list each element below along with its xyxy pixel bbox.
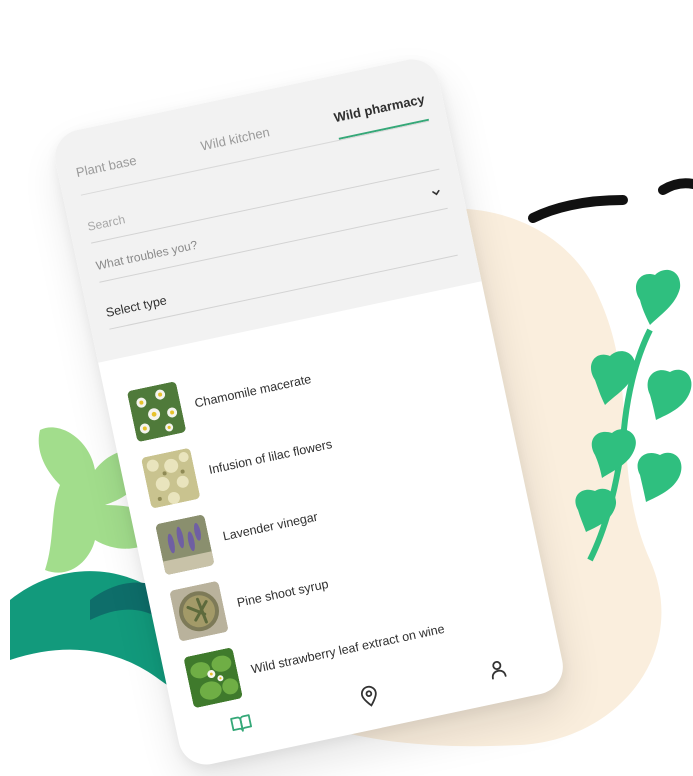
lavender-photo (155, 514, 215, 576)
nav-map-button[interactable] (351, 678, 389, 716)
tab-wild-pharmacy[interactable]: Wild pharmacy (332, 91, 430, 140)
book-icon (230, 714, 253, 732)
chamomile-photo (126, 381, 187, 443)
nav-catalog-button[interactable] (223, 705, 261, 743)
lilac-photo (140, 447, 201, 509)
brush-stroke-decoration (528, 178, 693, 223)
list-item-label: Chamomile macerate (193, 372, 313, 411)
user-icon (491, 661, 507, 680)
list-item-label: Infusion of lilac flowers (207, 437, 334, 477)
nav-profile-button[interactable] (478, 651, 516, 689)
pine-syrup-photo (169, 580, 229, 642)
list-item-label: Lavender vinegar (221, 509, 319, 544)
location-pin-icon (361, 685, 377, 707)
list-item-label: Pine shoot syrup (235, 576, 330, 610)
chevron-down-icon (432, 189, 440, 196)
promo-scene: Plant base Wild kitchen Wild pharmacy Wh… (0, 0, 693, 776)
